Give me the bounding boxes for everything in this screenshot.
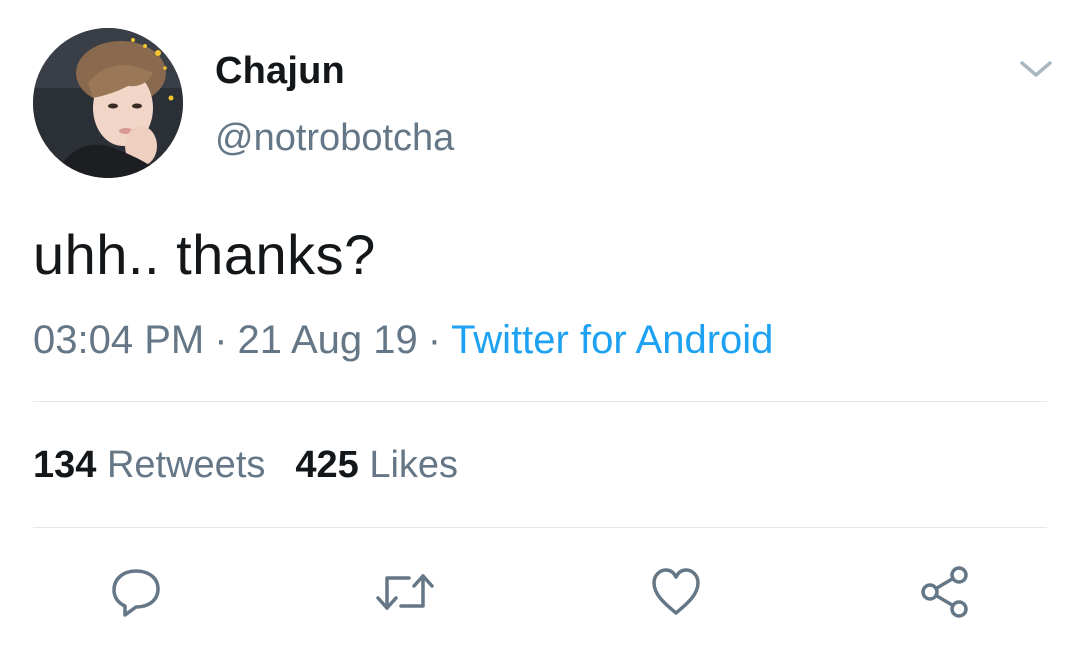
heart-icon — [652, 568, 700, 615]
tweet-detail: Chajun @notrobotcha uhh.. thanks? 03:04 … — [0, 0, 1080, 665]
likes-count: 425 — [295, 444, 359, 486]
likes-stat[interactable]: 425 Likes — [295, 444, 458, 486]
tweet-source-link[interactable]: Twitter for Android — [451, 318, 773, 362]
chevron-down-icon[interactable] — [1016, 55, 1056, 85]
meta-separator: · — [214, 318, 228, 362]
user-handle[interactable]: @notrobotcha — [215, 117, 454, 160]
tweet-meta: 03:04 PM · 21 Aug 19 · Twitter for Android — [33, 318, 773, 363]
tweet-text: uhh.. thanks? — [33, 223, 376, 286]
retweets-label: Retweets — [106, 444, 266, 486]
tweet-time: 03:04 PM — [33, 318, 205, 362]
retweets-stat[interactable]: 134 Retweets — [33, 444, 265, 486]
retweets-count: 134 — [33, 444, 97, 486]
meta-separator: · — [427, 318, 442, 362]
retweet-button[interactable] — [375, 562, 435, 622]
likes-label: Likes — [369, 444, 459, 486]
divider — [33, 527, 1047, 528]
divider — [33, 401, 1047, 402]
tweet-date: 21 Aug 19 — [237, 318, 418, 362]
tweet-stats: 134 Retweets 425 Likes — [33, 444, 488, 487]
share-button[interactable] — [915, 562, 975, 622]
reply-icon — [112, 569, 160, 617]
avatar-image — [33, 28, 183, 178]
share-icon — [921, 566, 968, 618]
display-name[interactable]: Chajun — [215, 50, 345, 93]
retweet-icon — [376, 574, 434, 610]
avatar[interactable] — [33, 28, 183, 178]
like-button[interactable] — [646, 562, 706, 622]
reply-button[interactable] — [106, 562, 166, 622]
